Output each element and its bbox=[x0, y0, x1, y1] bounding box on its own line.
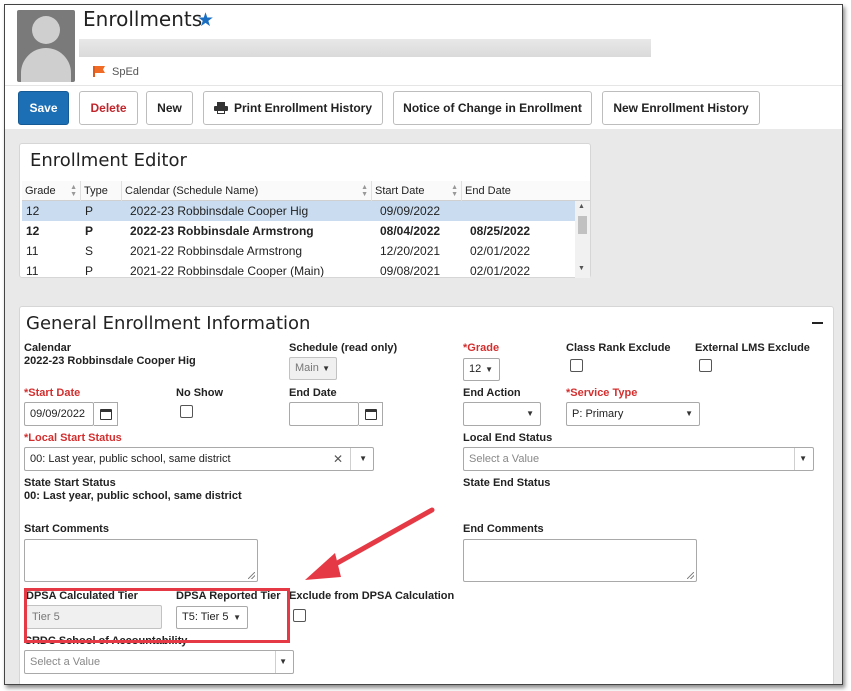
app-window: Enrollments ★ SpEd Save Delete New Print… bbox=[4, 4, 843, 685]
annotation-arrow bbox=[305, 507, 435, 580]
